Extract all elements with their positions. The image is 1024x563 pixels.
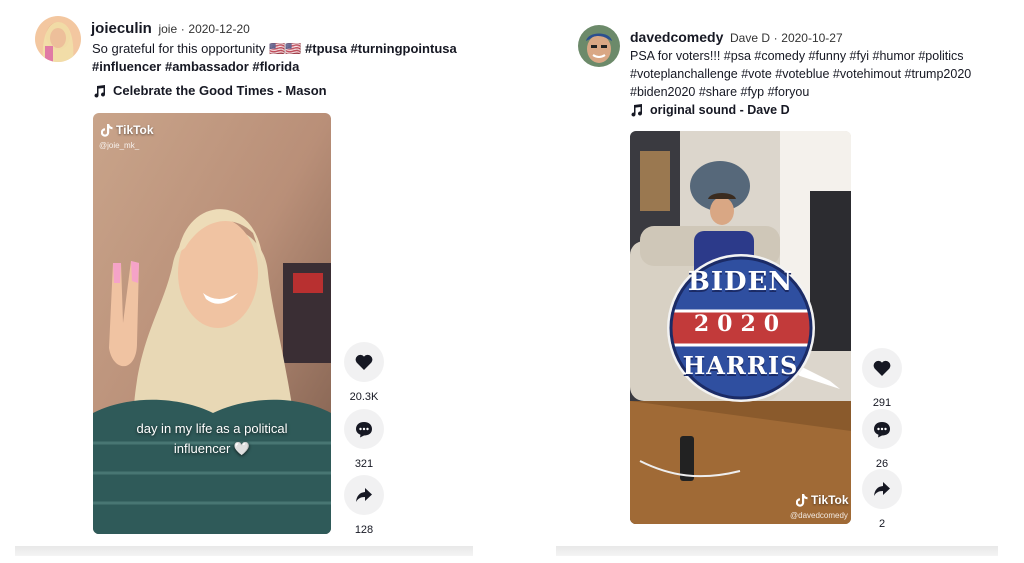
comment-button[interactable] [862, 409, 902, 449]
like-button[interactable] [344, 342, 384, 382]
share-button[interactable] [862, 469, 902, 509]
watermark-brand: TikTok [116, 123, 154, 137]
sticker-text-middle: 2020 [693, 311, 788, 337]
post-card-right: davedcomedy Dave D · 2020-10-27 PSA for … [556, 0, 998, 556]
comment-icon [874, 421, 890, 437]
tiktok-logo-icon [796, 493, 808, 507]
share-button[interactable] [344, 475, 384, 515]
comment-action: 26 [861, 409, 903, 470]
video-frame [93, 113, 331, 534]
caption-text: So grateful for this opportunity 🇺🇸🇺🇸 [92, 41, 302, 56]
caption: PSA for voters!!! #psa #comedy #funny #f… [630, 47, 971, 101]
caption-line[interactable]: #voteplanchallenge #vote #voteblue #vote… [630, 67, 971, 81]
share-icon [356, 488, 372, 502]
display-name: Dave D [730, 31, 771, 45]
hashtags[interactable]: #influencer #ambassador #florida [92, 59, 299, 74]
like-count: 20.3K [349, 391, 379, 403]
music-note-icon [631, 104, 643, 117]
share-action: 2 [861, 469, 903, 530]
hashtags[interactable]: #tpusa #turningpointusa [305, 41, 457, 56]
comment-count: 321 [354, 458, 374, 470]
video-player[interactable]: TikTok @joie_mk_ day in my life as a pol… [93, 113, 331, 534]
share-count: 2 [878, 518, 886, 530]
avatar[interactable] [35, 16, 81, 62]
share-count: 128 [354, 524, 374, 536]
share-icon [874, 482, 890, 496]
sound-title: original sound - Dave D [650, 103, 790, 117]
video-overlay-text: day in my life as a political influencer… [136, 421, 288, 456]
username[interactable]: davedcomedy [630, 29, 723, 45]
like-action: 20.3K [343, 342, 385, 403]
post-header: joieculin joie · 2020-12-20 [91, 20, 250, 37]
username[interactable]: joieculin [91, 20, 152, 37]
heart-icon [873, 360, 891, 376]
music-note-icon [94, 84, 106, 98]
like-count: 291 [872, 397, 892, 409]
comment-icon [356, 421, 372, 437]
post-card-left: joieculin joie · 2020-12-20 So grateful … [15, 0, 473, 556]
comment-action: 321 [343, 409, 385, 470]
like-action: 291 [861, 348, 903, 409]
post-date: 2020-10-27 [781, 31, 843, 45]
comment-button[interactable] [344, 409, 384, 449]
display-name: joie [158, 22, 178, 36]
like-button[interactable] [862, 348, 902, 388]
tiktok-logo-icon [101, 123, 113, 137]
caption-line[interactable]: #biden2020 #share #fyp #foryou [630, 85, 809, 99]
caption-line[interactable]: PSA for voters!!! #psa #comedy #funny #f… [630, 49, 964, 63]
avatar[interactable] [578, 25, 620, 67]
sound-link[interactable]: Celebrate the Good Times - Mason [93, 83, 327, 98]
post-header: davedcomedy Dave D · 2020-10-27 [630, 29, 843, 45]
sound-title: Celebrate the Good Times - Mason [113, 83, 327, 98]
caption: So grateful for this opportunity 🇺🇸🇺🇸 #t… [92, 40, 457, 76]
share-action: 128 [343, 475, 385, 536]
sticker-text-top: BIDEN [687, 267, 794, 297]
sticker-text-bottom: HARRIS [682, 351, 799, 380]
heart-icon [355, 354, 373, 370]
watermark-brand: TikTok [811, 493, 849, 507]
watermark-username: @davedcomedy [790, 511, 848, 520]
post-date: 2020-12-20 [188, 22, 250, 36]
video-player[interactable]: BIDEN 2020 HARRIS TikTok @davedcomedy [630, 131, 851, 524]
watermark-username: @joie_mk_ [99, 141, 140, 150]
tiktok-watermark: TikTok [796, 493, 849, 507]
sound-link[interactable]: original sound - Dave D [630, 103, 790, 117]
tiktok-watermark: TikTok [101, 123, 154, 137]
